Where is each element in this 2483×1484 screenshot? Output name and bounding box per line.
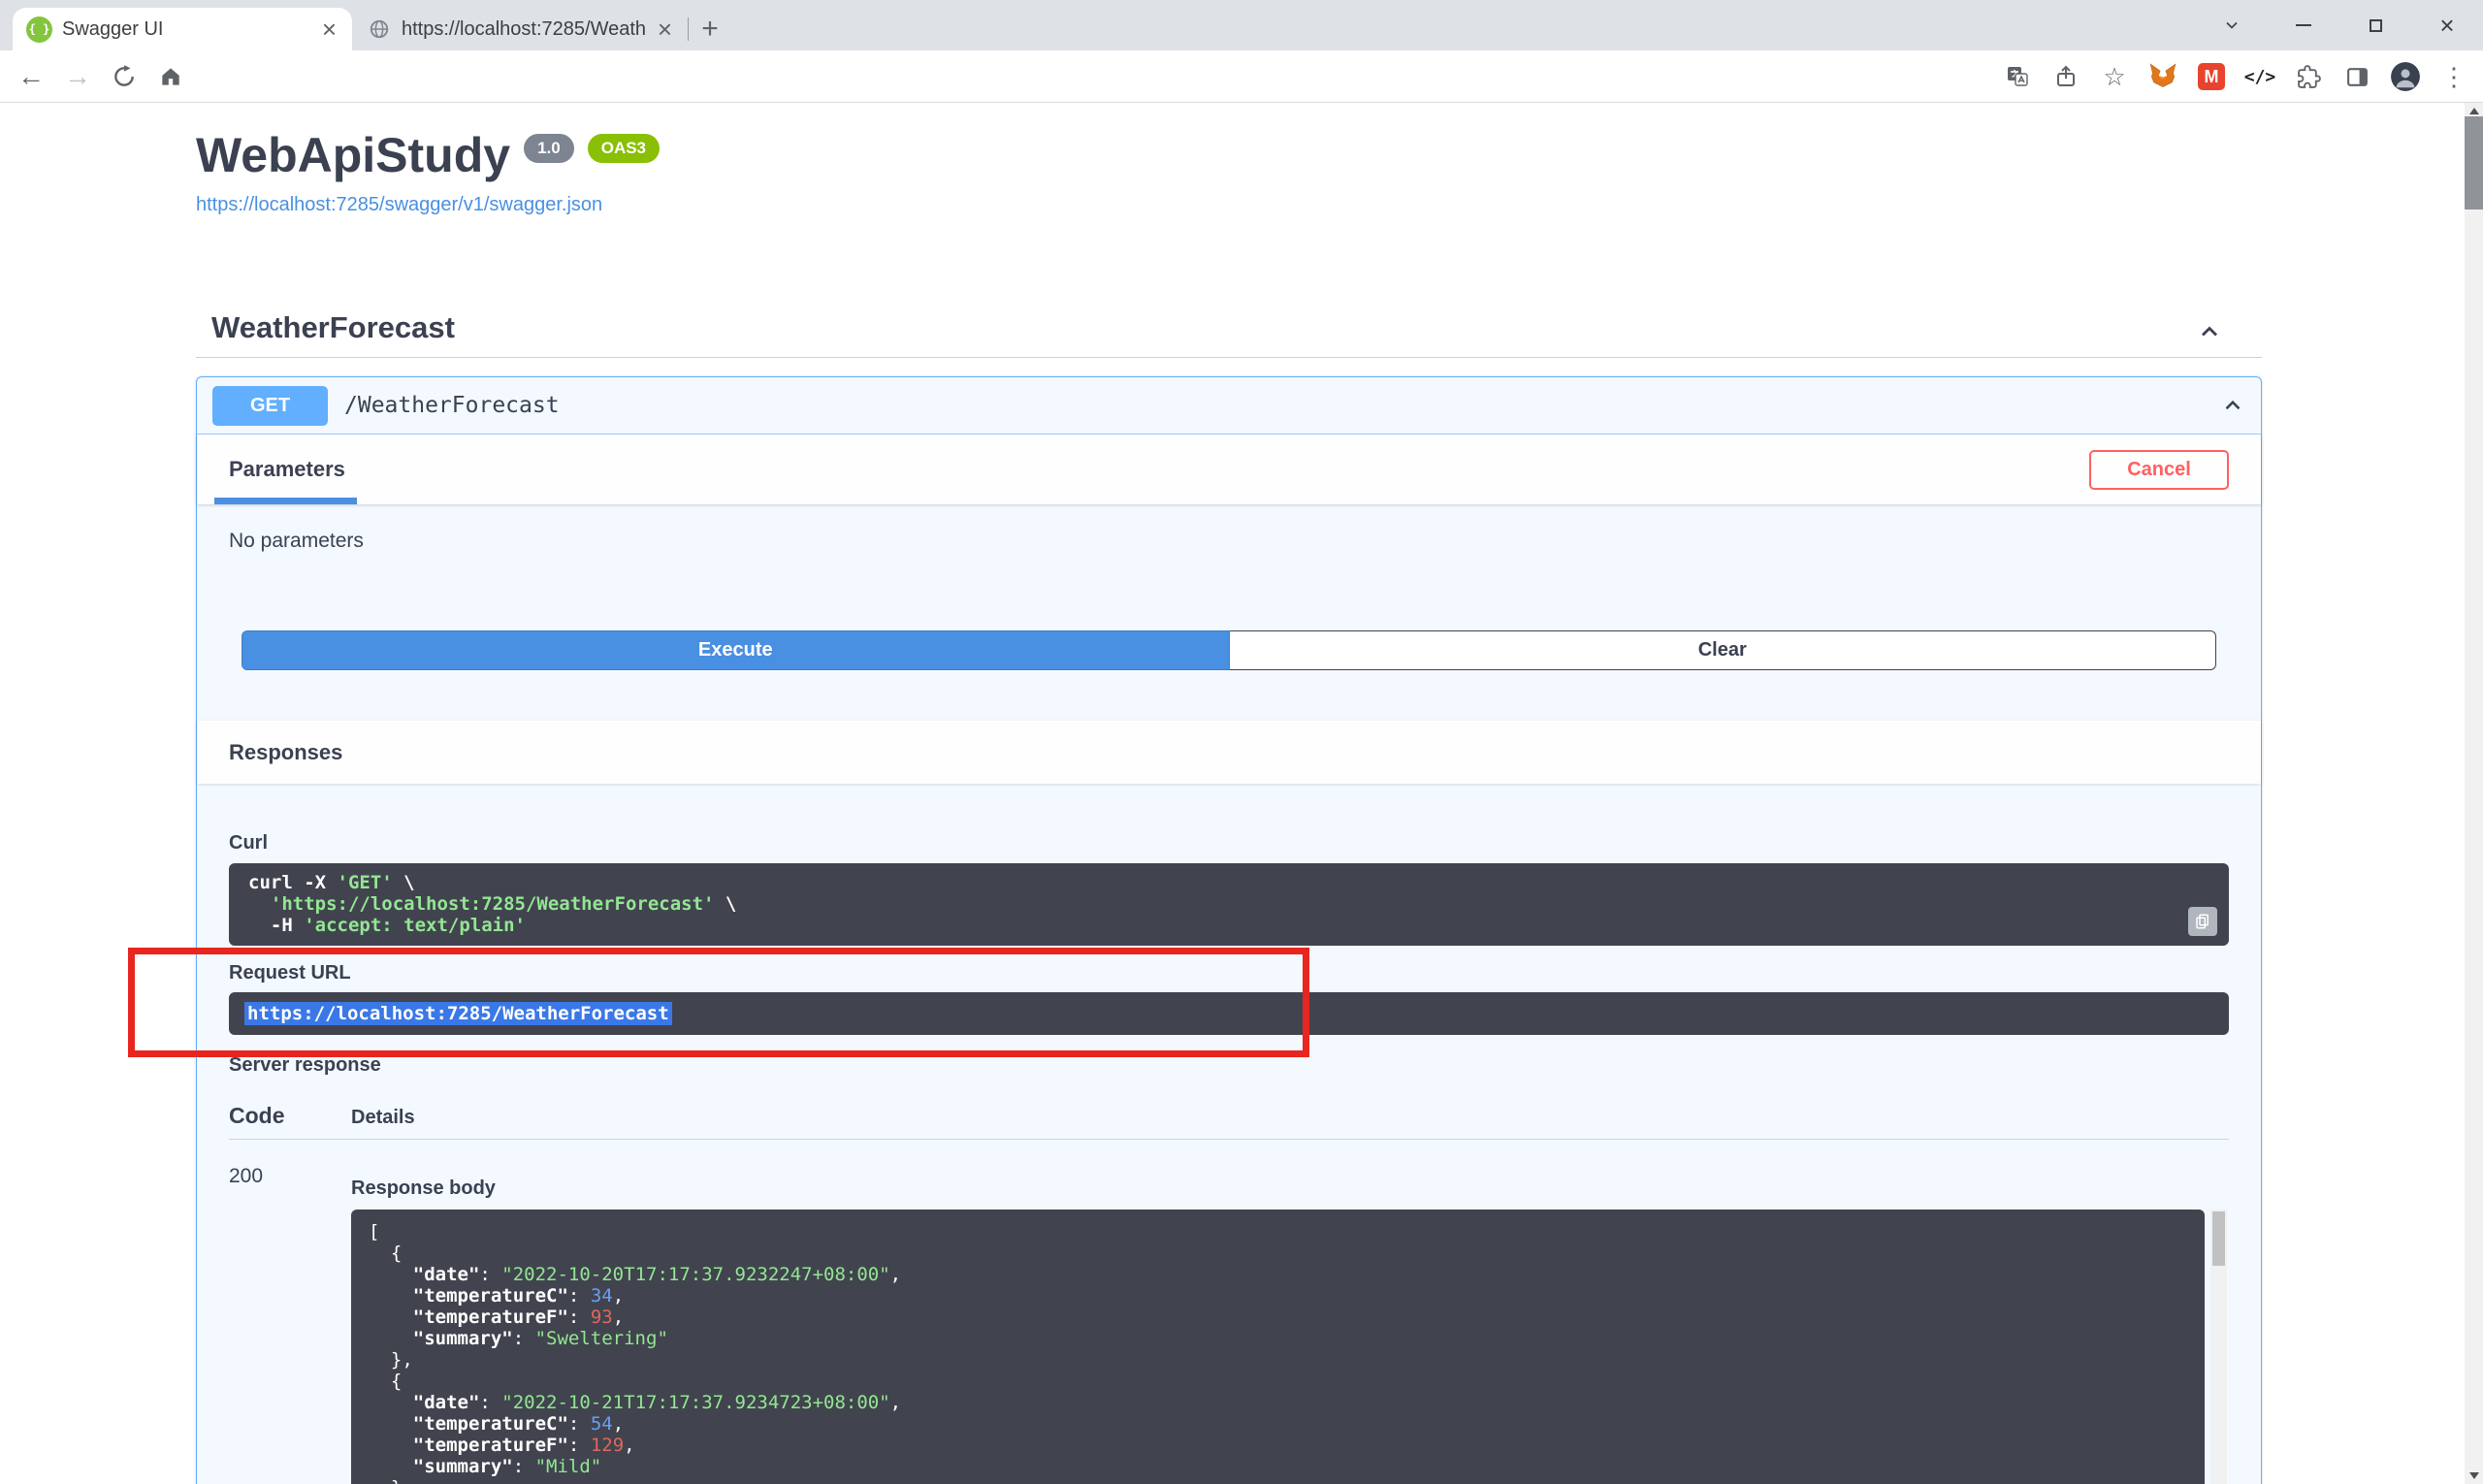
- side-panel-icon[interactable]: [2336, 55, 2378, 98]
- maximize-button[interactable]: [2339, 0, 2411, 50]
- close-window-button[interactable]: ×: [2411, 0, 2483, 50]
- response-body-scrollbar[interactable]: [2210, 1210, 2227, 1484]
- back-button[interactable]: ←: [8, 54, 54, 99]
- maximize-icon: [2370, 19, 2382, 32]
- collapse-operation-chevron-icon[interactable]: [2220, 393, 2245, 418]
- responses-title: Responses: [229, 740, 342, 765]
- server-response-label: Server response: [229, 1054, 2229, 1077]
- table-divider: [229, 1139, 2229, 1140]
- tab-weatherforecast[interactable]: https://localhost:7285/Weathe ×: [352, 8, 688, 50]
- tag-title: WeatherForecast: [211, 310, 455, 345]
- response-body-code: [ { "date": "2022-10-20T17:17:37.9232247…: [369, 1221, 2187, 1484]
- response-body-wrap: [ { "date": "2022-10-20T17:17:37.9232247…: [351, 1210, 2229, 1484]
- browser-tab-bar: { } Swagger UI × https://localhost:7285/…: [0, 0, 2483, 50]
- code-glyph: </>: [2244, 67, 2276, 87]
- tab-parameters[interactable]: Parameters: [229, 435, 345, 504]
- page-title: WebApiStudy: [196, 128, 510, 182]
- execute-row: Execute Clear: [242, 630, 2216, 670]
- status-code: 200: [229, 1165, 351, 1484]
- version-badge: 1.0: [524, 134, 574, 163]
- globe-favicon-icon: [366, 16, 392, 43]
- swagger-favicon-icon: { }: [26, 16, 52, 43]
- code-column-header: Code: [229, 1103, 351, 1129]
- swagger-favicon-glyph: { }: [29, 22, 50, 36]
- forward-button[interactable]: →: [54, 54, 101, 99]
- clear-button[interactable]: Clear: [1230, 630, 2217, 670]
- mail-extension-icon[interactable]: M: [2190, 55, 2233, 98]
- swagger-ui: WebApiStudy 1.0 OAS3 https://localhost:7…: [196, 103, 2262, 1484]
- close-tab-icon[interactable]: ×: [320, 16, 339, 42]
- no-parameters-text: No parameters: [197, 504, 2261, 553]
- http-method-badge: GET: [212, 386, 328, 426]
- tab-title: Swagger UI: [62, 18, 310, 41]
- parameters-header: Parameters Cancel: [197, 435, 2261, 504]
- request-url-value: https://localhost:7285/WeatherForecast: [244, 1002, 672, 1025]
- avatar-image: [2391, 62, 2420, 91]
- minimize-icon: [2296, 24, 2311, 26]
- responses-body: Curl curl -X 'GET' \ 'https://localhost:…: [197, 832, 2261, 1484]
- response-body-scrollbar-thumb[interactable]: [2212, 1211, 2225, 1266]
- response-details: Response body [ { "date": "2022-10-20T17…: [351, 1165, 2229, 1484]
- minimize-button[interactable]: [2268, 0, 2339, 50]
- page-content: WebApiStudy 1.0 OAS3 https://localhost:7…: [0, 103, 2465, 1484]
- profile-avatar[interactable]: [2384, 55, 2427, 98]
- response-row: 200 Response body [ { "date": "2022-10-2…: [229, 1165, 2229, 1484]
- tab-search-chevron-icon[interactable]: [2196, 0, 2268, 50]
- response-body-label: Response body: [351, 1178, 2229, 1200]
- curl-label: Curl: [229, 832, 2229, 855]
- responses-header: Responses: [197, 721, 2261, 784]
- collapse-section-chevron-icon[interactable]: [2196, 318, 2223, 345]
- execute-button[interactable]: Execute: [242, 630, 1230, 670]
- close-tab-icon[interactable]: ×: [656, 16, 674, 42]
- request-url-label: Request URL: [229, 962, 2229, 984]
- metamask-extension-icon[interactable]: [2142, 55, 2184, 98]
- copy-to-clipboard-button[interactable]: [2188, 907, 2217, 936]
- curl-command-block: curl -X 'GET' \ 'https://localhost:7285/…: [229, 863, 2229, 946]
- bookmark-star-icon[interactable]: ☆: [2093, 55, 2136, 98]
- operation-summary[interactable]: GET /WeatherForecast: [197, 377, 2261, 435]
- translate-icon[interactable]: [1996, 55, 2039, 98]
- devtools-extension-icon[interactable]: </>: [2239, 55, 2281, 98]
- details-column-header: Details: [351, 1107, 415, 1129]
- response-body-block: [ { "date": "2022-10-20T17:17:37.9232247…: [351, 1210, 2205, 1484]
- browser-menu-kebab-icon[interactable]: ⋮: [2433, 55, 2475, 98]
- api-info-header: WebApiStudy 1.0 OAS3: [196, 103, 2262, 182]
- cancel-button[interactable]: Cancel: [2089, 450, 2229, 490]
- page-scrollbar[interactable]: [2465, 103, 2483, 1484]
- home-button[interactable]: [147, 54, 194, 99]
- browser-window: { } Swagger UI × https://localhost:7285/…: [0, 0, 2483, 1484]
- request-url-block: https://localhost:7285/WeatherForecast: [229, 992, 2229, 1035]
- extensions-puzzle-icon[interactable]: [2287, 55, 2330, 98]
- parameters-tab-label: Parameters: [229, 457, 345, 482]
- window-controls: ×: [2196, 0, 2483, 50]
- curl-command-code: curl -X 'GET' \ 'https://localhost:7285/…: [248, 872, 2209, 936]
- scrollbar-down-arrow[interactable]: [2465, 1468, 2483, 1484]
- get-operation-block: GET /WeatherForecast Parameters Cancel N…: [196, 376, 2262, 1484]
- tab-swagger-ui[interactable]: { } Swagger UI ×: [13, 8, 352, 50]
- reload-button[interactable]: [101, 54, 147, 99]
- swagger-json-link[interactable]: https://localhost:7285/swagger/v1/swagge…: [196, 194, 602, 216]
- oas3-badge: OAS3: [588, 134, 660, 163]
- nav-buttons: ← →: [8, 54, 194, 99]
- toolbar-right-icons: ☆ M </> ⋮: [1996, 54, 2475, 99]
- mail-extension-glyph: M: [2198, 63, 2225, 90]
- new-tab-button[interactable]: +: [689, 8, 731, 50]
- tag-section-header[interactable]: WeatherForecast: [196, 310, 2262, 358]
- scrollbar-thumb[interactable]: [2465, 116, 2483, 210]
- browser-toolbar: ← → localhost:7285/swagger/index.html ☆: [0, 50, 2483, 103]
- share-icon[interactable]: [2045, 55, 2087, 98]
- tab-title: https://localhost:7285/Weathe: [402, 18, 646, 41]
- operation-path: /WeatherForecast: [344, 393, 560, 418]
- response-table-header: Code Details: [229, 1103, 2229, 1129]
